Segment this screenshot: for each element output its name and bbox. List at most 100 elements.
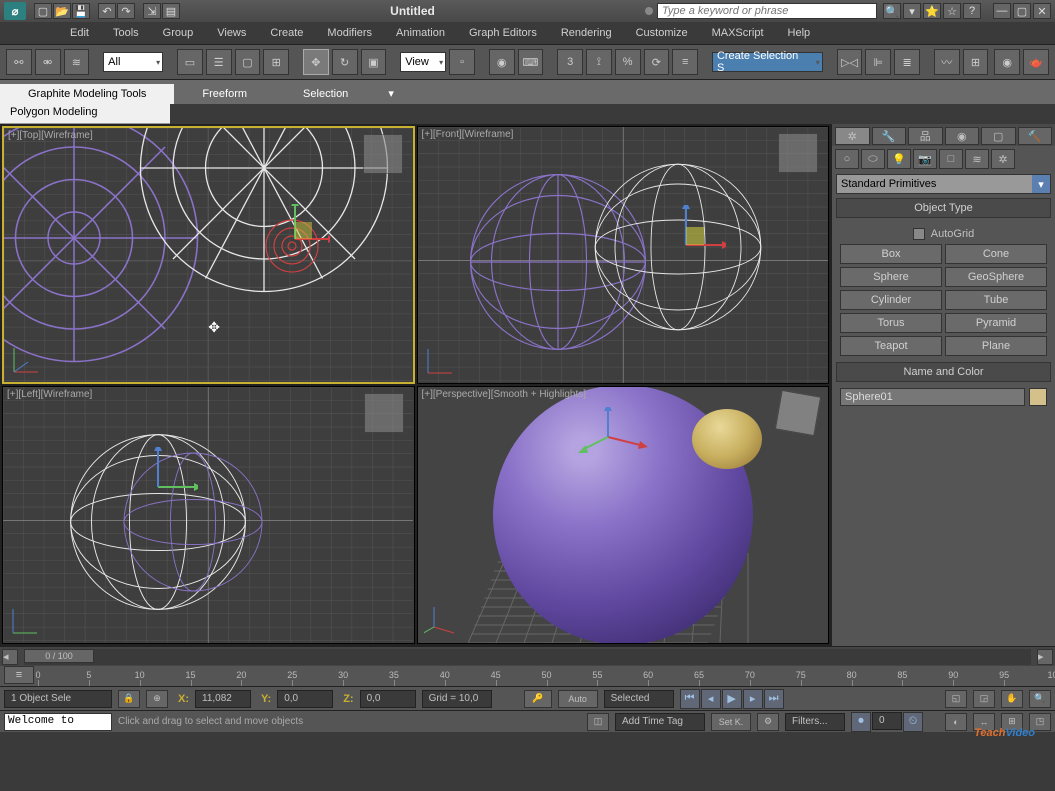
menu-help[interactable]: Help xyxy=(778,24,821,42)
time-config-icon[interactable]: ⏲ xyxy=(903,712,923,732)
ref-coord-dropdown[interactable]: View xyxy=(400,52,446,72)
viewport-persp-label[interactable]: [+][Perspective][Smooth + Highlights] xyxy=(422,389,587,400)
play-icon[interactable]: ▶ xyxy=(722,689,742,709)
close-button[interactable]: ✕ xyxy=(1033,3,1051,19)
help-icon[interactable]: ? xyxy=(963,3,981,19)
utilities-panel-tab[interactable]: 🔨 xyxy=(1018,127,1053,145)
primitive-torus[interactable]: Torus xyxy=(840,313,942,333)
time-tag-icon[interactable]: ◫ xyxy=(587,713,609,731)
selected-label[interactable]: Selected xyxy=(604,690,674,708)
tab-graphite[interactable]: Graphite Modeling Tools xyxy=(0,84,174,104)
primitive-tube[interactable]: Tube xyxy=(945,290,1047,310)
layers-icon[interactable]: ≣ xyxy=(894,49,920,75)
undo-icon[interactable]: ↶ xyxy=(98,3,116,19)
save-icon[interactable]: 💾 xyxy=(72,3,90,19)
cameras-icon[interactable]: 📷 xyxy=(913,149,937,169)
z-coord-input[interactable]: 0,0 xyxy=(360,690,416,708)
y-coord-input[interactable]: 0,0 xyxy=(277,690,333,708)
primitive-teapot[interactable]: Teapot xyxy=(840,336,942,356)
viewport-nav4-icon[interactable]: 🔍 xyxy=(1029,690,1051,708)
viewport-front[interactable]: [+][Front][Wireframe] document.currentSc… xyxy=(417,126,830,384)
x-coord-input[interactable]: 11,082 xyxy=(195,690,251,708)
search-binoculars-icon[interactable]: 🔍 xyxy=(883,3,901,19)
primitive-geosphere[interactable]: GeoSphere xyxy=(945,267,1047,287)
viewcube-left[interactable] xyxy=(364,393,404,433)
display-panel-tab[interactable]: ▢ xyxy=(981,127,1016,145)
viewport-nav5-icon[interactable]: ◐ xyxy=(945,713,967,731)
move-tool-icon[interactable]: ✥ xyxy=(303,49,329,75)
current-frame-input[interactable]: 0 xyxy=(872,712,902,730)
time-ruler[interactable]: ≡ 05101520253035404550556065707580859095… xyxy=(0,666,1055,686)
object-name-input[interactable] xyxy=(840,388,1025,406)
lock-selection-icon[interactable]: 🔒 xyxy=(118,690,140,708)
primitive-cone[interactable]: Cone xyxy=(945,244,1047,264)
key-filters[interactable]: Filters... xyxy=(785,713,845,731)
search-input[interactable] xyxy=(657,3,877,19)
primitive-cylinder[interactable]: Cylinder xyxy=(840,290,942,310)
schematic-icon[interactable]: ⊞ xyxy=(963,49,989,75)
menu-modifiers[interactable]: Modifiers xyxy=(317,24,382,42)
project-icon[interactable]: ▤ xyxy=(162,3,180,19)
time-slider-handle[interactable]: 0 / 100 xyxy=(24,649,94,663)
tab-selection[interactable]: Selection xyxy=(275,84,376,104)
key-mode-icon[interactable]: ⏺ xyxy=(851,712,871,732)
timeline-next-icon[interactable]: ▸ xyxy=(1037,649,1053,665)
name-color-header[interactable]: Name and Color xyxy=(836,362,1051,382)
viewport-front-label[interactable]: [+][Front][Wireframe] xyxy=(422,129,514,140)
object-type-header[interactable]: Object Type xyxy=(836,198,1051,218)
spinner-snap-icon[interactable]: ⟳ xyxy=(644,49,670,75)
redo-icon[interactable]: ↷ xyxy=(117,3,135,19)
angle-snap-icon[interactable]: ⟟ xyxy=(586,49,612,75)
create-panel-tab[interactable]: ✲ xyxy=(835,127,870,145)
menu-edit[interactable]: Edit xyxy=(60,24,99,42)
selection-filter-dropdown[interactable]: All xyxy=(103,52,163,72)
menu-create[interactable]: Create xyxy=(260,24,313,42)
timeline-config-icon[interactable]: ≡ xyxy=(4,666,34,684)
unlink-tool-icon[interactable]: ⚮ xyxy=(35,49,61,75)
goto-end-icon[interactable]: ⏭ xyxy=(764,689,784,709)
menu-views[interactable]: Views xyxy=(207,24,256,42)
coord-display-icon[interactable]: ⊕ xyxy=(146,690,168,708)
star-dd-icon[interactable]: ☆ xyxy=(943,3,961,19)
space-warps-icon[interactable]: ≋ xyxy=(965,149,989,169)
viewport-perspective[interactable]: [+][Perspective][Smooth + Highlights] {l… xyxy=(417,386,830,644)
select-region-icon[interactable]: ▢ xyxy=(235,49,261,75)
autokey-toggle-icon[interactable]: 🔑 xyxy=(524,690,552,708)
menu-group[interactable]: Group xyxy=(153,24,204,42)
prev-frame-icon[interactable]: ◂ xyxy=(701,689,721,709)
geometry-icon[interactable]: ○ xyxy=(835,149,859,169)
category-dropdown[interactable]: Standard Primitives ▾ xyxy=(836,174,1051,194)
modify-panel-tab[interactable]: 🔧 xyxy=(872,127,907,145)
add-time-tag[interactable]: Add Time Tag xyxy=(615,713,705,731)
material-editor-icon[interactable]: ◉ xyxy=(994,49,1020,75)
viewport-left[interactable]: [+][Left][Wireframe] document.currentScr… xyxy=(2,386,415,644)
link-icon[interactable]: ⇲ xyxy=(143,3,161,19)
scale-tool-icon[interactable]: ▣ xyxy=(361,49,387,75)
pivot-center-icon[interactable]: ▫ xyxy=(449,49,475,75)
maxscript-listener[interactable]: Welcome to xyxy=(4,713,112,731)
object-color-swatch[interactable] xyxy=(1029,388,1047,406)
snap-toggle-icon[interactable]: 3 xyxy=(557,49,583,75)
app-icon[interactable]: ⌀ xyxy=(4,2,26,20)
curve-editor-icon[interactable]: 〰 xyxy=(934,49,960,75)
viewport-top-label[interactable]: [+][Top][Wireframe] xyxy=(8,130,93,141)
select-object-icon[interactable]: ▭ xyxy=(177,49,203,75)
edit-named-icon[interactable]: ≡ xyxy=(672,49,698,75)
tab-freeform[interactable]: Freeform xyxy=(174,84,275,104)
keyboard-shortcut-icon[interactable]: ⌨ xyxy=(518,49,544,75)
open-icon[interactable]: 📂 xyxy=(53,3,71,19)
rotate-tool-icon[interactable]: ↻ xyxy=(332,49,358,75)
minimize-button[interactable]: — xyxy=(993,3,1011,19)
autogrid-checkbox[interactable] xyxy=(913,228,925,240)
link-tool-icon[interactable]: ⚯ xyxy=(6,49,32,75)
timeline-prev-icon[interactable]: ◂ xyxy=(2,649,18,665)
viewcube-front[interactable] xyxy=(778,133,818,173)
shapes-icon[interactable]: ⬭ xyxy=(861,149,885,169)
menu-graph-editors[interactable]: Graph Editors xyxy=(459,24,547,42)
chevron-down-icon[interactable]: ▾ xyxy=(1032,175,1050,193)
mirror-icon[interactable]: ▷◁ xyxy=(837,49,863,75)
window-crossing-icon[interactable]: ⊞ xyxy=(263,49,289,75)
primitive-box[interactable]: Box xyxy=(840,244,942,264)
ribbon-subpanel[interactable]: Polygon Modeling xyxy=(0,104,170,124)
hierarchy-panel-tab[interactable]: 品 xyxy=(908,127,943,145)
